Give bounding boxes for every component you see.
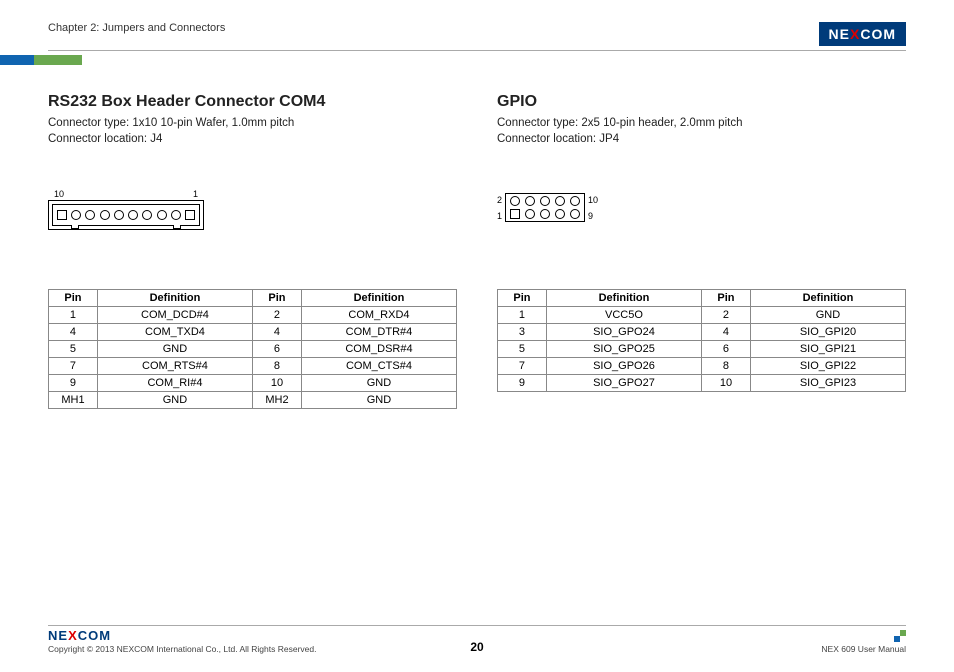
table-row: 7COM_RTS#48COM_CTS#4 (49, 358, 457, 375)
section-gpio: GPIO Connector type: 2x5 10-pin header, … (497, 93, 906, 409)
rs232-title: RS232 Box Header Connector COM4 (48, 93, 457, 111)
pin-icon (57, 210, 67, 220)
pin-icon (570, 196, 580, 206)
pin-label-1: 1 (497, 211, 502, 221)
table-row: 5GND6COM_DSR#4 (49, 341, 457, 358)
corner-mark-icon (894, 630, 906, 642)
pin-label-1: 1 (193, 189, 198, 199)
pin-icon (128, 210, 138, 220)
table-row: 9COM_RI#410GND (49, 375, 457, 392)
gpio-title: GPIO (497, 93, 906, 111)
rs232-connector-diagram: 10 1 (48, 189, 204, 230)
col-def: Definition (301, 290, 456, 307)
brand-x: X (850, 26, 860, 42)
brand-pre: NE (829, 26, 850, 42)
pin-icon (510, 196, 520, 206)
table-row: 9SIO_GPO2710SIO_GPI23 (498, 375, 906, 392)
col-pin: Pin (498, 290, 547, 307)
table-row: 1COM_DCD#42COM_RXD4 (49, 307, 457, 324)
pin-icon (555, 209, 565, 219)
col-pin: Pin (49, 290, 98, 307)
brand-logo: NEXCOM (819, 22, 906, 46)
col-pin: Pin (701, 290, 750, 307)
section-rs232: RS232 Box Header Connector COM4 Connecto… (48, 93, 457, 409)
pin-icon (540, 209, 550, 219)
pin-label-9: 9 (588, 211, 593, 221)
col-def: Definition (97, 290, 252, 307)
rs232-location: Connector location: J4 (48, 131, 457, 147)
table-row: 1VCC5O2GND (498, 307, 906, 324)
pin-icon (171, 210, 181, 220)
table-row: 7SIO_GPO268SIO_GPI22 (498, 358, 906, 375)
pin-label-10: 10 (588, 195, 598, 205)
table-row: 3SIO_GPO244SIO_GPI20 (498, 324, 906, 341)
pin-icon (142, 210, 152, 220)
page-footer: NEXCOM Copyright © 2013 NEXCOM Internati… (48, 625, 906, 654)
header-rule (48, 50, 906, 51)
gpio-location: Connector location: JP4 (497, 131, 906, 147)
brand-post: COM (860, 26, 896, 42)
pin-icon (525, 196, 535, 206)
table-row: MH1GNDMH2GND (49, 392, 457, 409)
page-number: 20 (48, 640, 906, 654)
notch-icon (71, 225, 79, 229)
tab-green (34, 55, 82, 65)
pin-label-2: 2 (497, 195, 502, 205)
notch-icon (173, 225, 181, 229)
table-row: 4COM_TXD44COM_DTR#4 (49, 324, 457, 341)
pin-icon (525, 209, 535, 219)
pin-icon (185, 210, 195, 220)
col-def: Definition (546, 290, 701, 307)
rs232-pin-table: Pin Definition Pin Definition 1COM_DCD#4… (48, 289, 457, 409)
gpio-connector-diagram: 2 1 (497, 193, 598, 222)
chapter-label: Chapter 2: Jumpers and Connectors (48, 22, 225, 34)
gpio-type: Connector type: 2x5 10-pin header, 2.0mm… (497, 115, 906, 131)
pin-icon (157, 210, 167, 220)
tab-marks (0, 55, 906, 65)
tab-blue (0, 55, 34, 65)
pin-icon (114, 210, 124, 220)
pin-icon (540, 196, 550, 206)
pin-icon (100, 210, 110, 220)
col-pin: Pin (252, 290, 301, 307)
col-def: Definition (750, 290, 905, 307)
pin-icon (85, 210, 95, 220)
pin-icon (570, 209, 580, 219)
pin-icon (71, 210, 81, 220)
pin-label-10: 10 (54, 189, 64, 199)
table-row: 5SIO_GPO256SIO_GPI21 (498, 341, 906, 358)
rs232-type: Connector type: 1x10 10-pin Wafer, 1.0mm… (48, 115, 457, 131)
gpio-pin-table: Pin Definition Pin Definition 1VCC5O2GND… (497, 289, 906, 392)
pin-icon (510, 209, 520, 219)
pin-icon (555, 196, 565, 206)
